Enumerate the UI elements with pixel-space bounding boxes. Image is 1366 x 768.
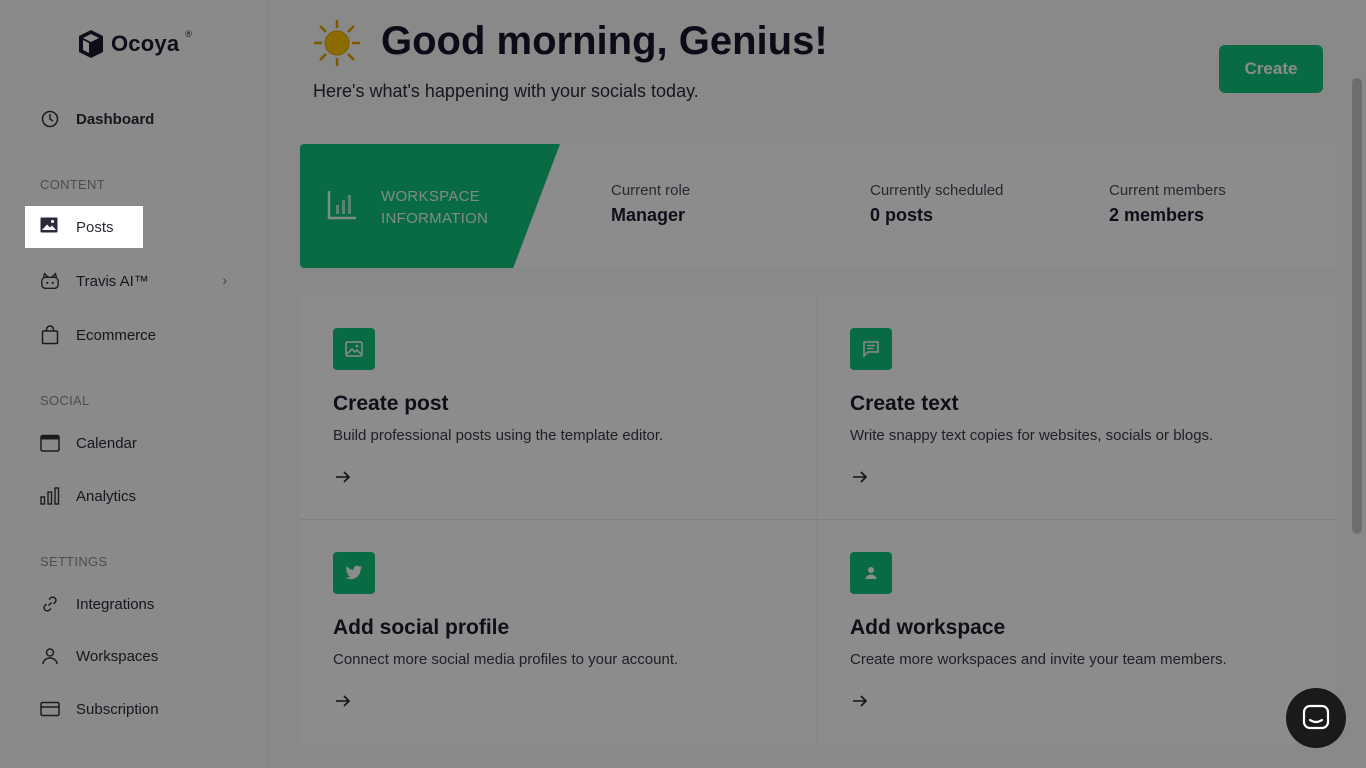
robot-icon bbox=[40, 271, 60, 291]
calendar-icon bbox=[40, 433, 60, 453]
shopping-bag-icon bbox=[40, 325, 60, 345]
scrollbar-thumb[interactable] bbox=[1352, 78, 1362, 534]
sidebar-item-label: Analytics bbox=[76, 487, 137, 505]
chevron-right-icon: › bbox=[222, 272, 227, 288]
arrow-right-icon[interactable] bbox=[333, 467, 353, 487]
sun-icon bbox=[314, 20, 360, 66]
ocoya-logo-icon bbox=[79, 30, 103, 58]
tile-create-text[interactable]: Create text Write snappy text copies for… bbox=[817, 295, 1334, 519]
sidebar-item-label: Calendar bbox=[76, 434, 137, 452]
sidebar-item-label: Ecommerce bbox=[76, 326, 157, 344]
chat-launcher-button[interactable] bbox=[1286, 688, 1346, 748]
sidebar-item-label: Workspaces bbox=[76, 647, 159, 665]
clock-icon bbox=[40, 109, 60, 129]
arrow-right-icon[interactable] bbox=[850, 691, 870, 711]
tile-title: Add social profile bbox=[333, 616, 510, 639]
bar-chart-icon bbox=[40, 486, 60, 506]
sidebar-item-integrations[interactable]: Integrations bbox=[25, 583, 237, 625]
section-label-content: CONTENT bbox=[40, 177, 105, 192]
sidebar-item-analytics[interactable]: Analytics bbox=[25, 475, 237, 517]
stat-current-members: Current members 2 members bbox=[1109, 182, 1226, 226]
workspace-banner-title: WORKSPACE INFORMATION bbox=[381, 188, 489, 227]
tile-description: Connect more social media profiles to yo… bbox=[333, 651, 679, 668]
image-icon bbox=[333, 328, 375, 370]
sidebar-item-posts[interactable]: Posts bbox=[25, 206, 143, 248]
twitter-icon bbox=[333, 552, 375, 594]
stat-label: Current role bbox=[611, 182, 691, 199]
section-label-settings: SETTINGS bbox=[40, 554, 108, 569]
arrow-right-icon[interactable] bbox=[850, 467, 870, 487]
tile-description: Create more workspaces and invite your t… bbox=[850, 651, 1227, 668]
sidebar-item-ecommerce[interactable]: Ecommerce bbox=[25, 314, 237, 356]
section-label-social: SOCIAL bbox=[40, 393, 90, 408]
user-icon bbox=[850, 552, 892, 594]
user-icon bbox=[40, 646, 60, 666]
sidebar-item-label: Travis AI™ bbox=[76, 272, 149, 290]
sidebar-item-label: Dashboard bbox=[76, 110, 155, 128]
stat-label: Current members bbox=[1109, 182, 1226, 199]
quick-actions-grid: Create post Build professional posts usi… bbox=[300, 295, 1336, 743]
stat-label: Currently scheduled bbox=[870, 182, 1004, 199]
workspace-info-card: WORKSPACE INFORMATION Current role Manag… bbox=[300, 144, 1336, 268]
stat-value: Manager bbox=[611, 205, 686, 225]
tile-description: Build professional posts using the templ… bbox=[333, 427, 664, 444]
page-title: Good morning, Genius! bbox=[381, 19, 828, 63]
sidebar: Ocoya ® Dashboard CONTENT Travis AI™ › E… bbox=[0, 0, 268, 768]
stat-currently-scheduled: Currently scheduled 0 posts bbox=[870, 182, 1003, 226]
arrow-right-icon[interactable] bbox=[333, 691, 353, 711]
stat-value: 0 posts bbox=[870, 205, 934, 225]
sidebar-item-subscription[interactable]: Subscription bbox=[25, 688, 237, 730]
tile-create-post[interactable]: Create post Build professional posts usi… bbox=[300, 295, 817, 519]
sidebar-item-travis-ai[interactable]: Travis AI™ › bbox=[25, 260, 237, 302]
stat-current-role: Current role Manager bbox=[611, 182, 690, 226]
tile-title: Create text bbox=[850, 392, 959, 415]
sidebar-item-label: Integrations bbox=[76, 595, 155, 613]
tile-add-workspace[interactable]: Add workspace Create more workspaces and… bbox=[817, 519, 1334, 743]
create-button[interactable]: Create bbox=[1219, 45, 1323, 93]
stat-value: 2 members bbox=[1109, 205, 1205, 225]
credit-card-icon bbox=[40, 699, 60, 719]
tile-title: Add workspace bbox=[850, 616, 1006, 639]
logo[interactable]: Ocoya ® bbox=[77, 28, 192, 60]
chat-icon bbox=[1302, 704, 1330, 730]
sidebar-item-dashboard[interactable]: Dashboard bbox=[25, 98, 237, 140]
page-subtitle: Here's what's happening with your social… bbox=[313, 81, 699, 101]
message-icon bbox=[850, 328, 892, 370]
tile-add-social-profile[interactable]: Add social profile Connect more social m… bbox=[300, 519, 817, 743]
image-icon bbox=[40, 217, 58, 237]
sidebar-item-calendar[interactable]: Calendar bbox=[25, 422, 237, 464]
tile-title: Create post bbox=[333, 392, 449, 415]
link-icon bbox=[40, 594, 60, 614]
chart-icon bbox=[327, 191, 356, 220]
workspace-banner: WORKSPACE INFORMATION bbox=[300, 144, 560, 268]
logo-registered: ® bbox=[185, 29, 192, 39]
sidebar-item-label: Posts bbox=[76, 218, 114, 236]
sidebar-item-label: Subscription bbox=[76, 700, 159, 718]
logo-text: Ocoya bbox=[111, 31, 180, 56]
tile-description: Write snappy text copies for websites, s… bbox=[850, 427, 1214, 444]
sidebar-item-workspaces[interactable]: Workspaces bbox=[25, 635, 237, 677]
